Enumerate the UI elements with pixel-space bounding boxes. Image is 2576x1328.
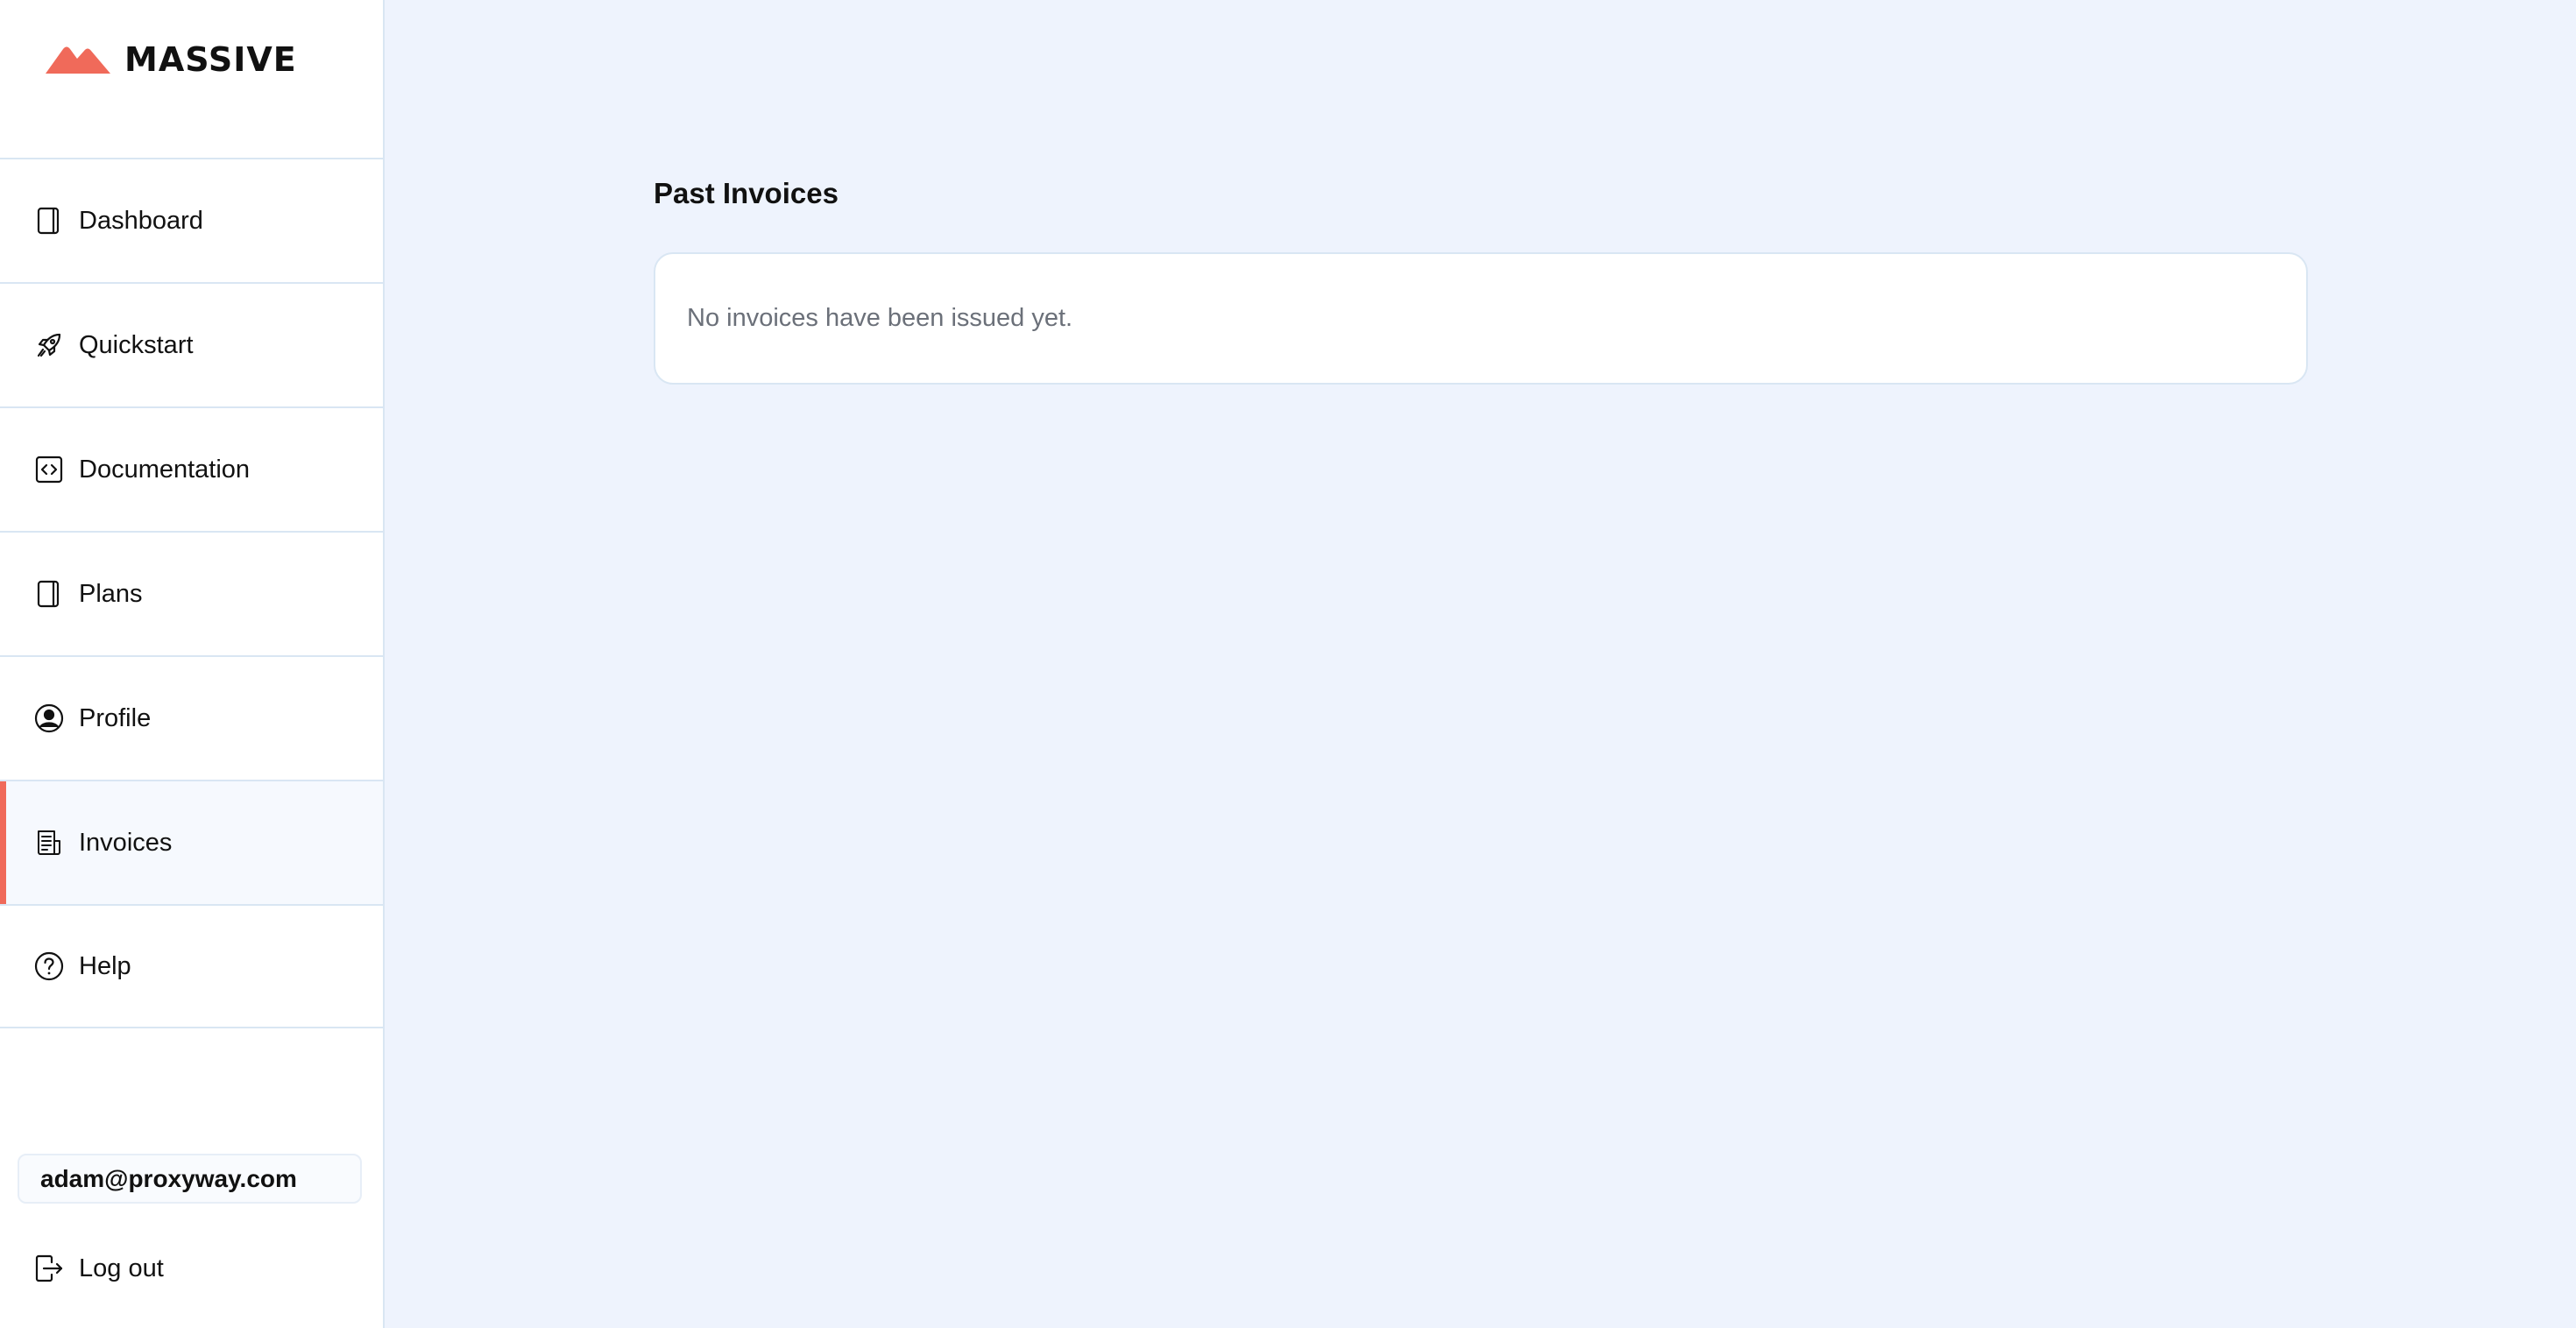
rocket-icon (33, 329, 65, 361)
sidebar-item-label: Plans (79, 579, 143, 608)
user-email-badge: adam@proxyway.com (18, 1154, 362, 1204)
logout-label: Log out (79, 1254, 164, 1282)
empty-state-message: No invoices have been issued yet. (687, 304, 1073, 332)
sidebar-item-invoices[interactable]: Invoices (0, 780, 383, 904)
sidebar-item-documentation[interactable]: Documentation (0, 406, 383, 531)
sidebar-item-plans[interactable]: Plans (0, 531, 383, 655)
app-root: MASSIVE Dashboard Quickstart Documentati… (0, 0, 2576, 1328)
sidebar-item-label: Help (79, 951, 131, 980)
invoice-icon (33, 827, 65, 858)
sidebar-item-help[interactable]: Help (0, 904, 383, 1028)
sidebar-item-dashboard[interactable]: Dashboard (0, 158, 383, 282)
code-icon (33, 454, 65, 485)
plans-icon (33, 578, 65, 610)
brand-name: MASSIVE (124, 40, 297, 79)
user-circle-icon (33, 703, 65, 734)
invoices-card: No invoices have been issued yet. (654, 252, 2308, 385)
logout-icon (33, 1253, 65, 1284)
sidebar: MASSIVE Dashboard Quickstart Documentati… (0, 0, 385, 1328)
sidebar-item-label: Dashboard (79, 206, 203, 235)
mountain-logo-icon (46, 46, 110, 74)
logout-button[interactable]: Log out (33, 1244, 164, 1293)
page-title: Past Invoices (654, 177, 839, 209)
sidebar-item-label: Documentation (79, 455, 251, 484)
brand-logo[interactable]: MASSIVE (46, 40, 297, 79)
sidebar-item-profile[interactable]: Profile (0, 655, 383, 780)
sidebar-item-label: Quickstart (79, 330, 194, 359)
help-circle-icon (33, 950, 65, 982)
sidebar-item-quickstart[interactable]: Quickstart (0, 282, 383, 406)
dashboard-icon (33, 205, 65, 237)
sidebar-nav: Dashboard Quickstart Documentation Plans… (0, 158, 383, 1028)
sidebar-item-label: Invoices (79, 828, 173, 857)
sidebar-item-label: Profile (79, 703, 152, 732)
